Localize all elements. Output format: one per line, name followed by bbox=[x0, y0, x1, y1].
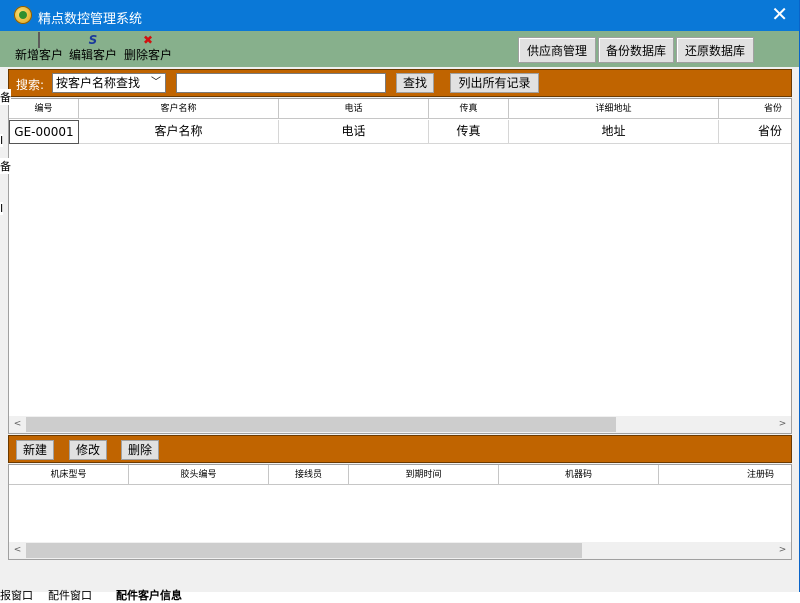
scroll-left-icon[interactable]: < bbox=[9, 416, 26, 433]
search-mode-select[interactable]: 按客户名称查找 ﹀ bbox=[52, 73, 166, 93]
column-header[interactable]: 机器码 bbox=[499, 465, 659, 485]
restore-database-button[interactable]: 还原数据库 bbox=[676, 37, 754, 63]
close-icon[interactable]: ✕ bbox=[771, 4, 788, 24]
column-header[interactable]: 胶头编号 bbox=[129, 465, 269, 485]
status-tab-strip: 报窗口 配件窗口 配件客户信息 bbox=[0, 590, 800, 603]
background-window-text: I bbox=[0, 134, 4, 147]
background-window-text: I bbox=[0, 202, 4, 215]
scrollbar-thumb[interactable] bbox=[26, 417, 616, 432]
column-header[interactable]: 到期时间 bbox=[349, 465, 499, 485]
window-title: 精点数控管理系统 bbox=[38, 12, 143, 27]
scroll-left-icon[interactable]: < bbox=[9, 542, 26, 559]
table-cell: 省份 bbox=[719, 120, 791, 144]
tab-parts-customer-info[interactable]: 配件客户信息 bbox=[116, 590, 182, 603]
edit-icon: S bbox=[88, 33, 98, 47]
delete-icon: ✖ bbox=[142, 33, 154, 47]
modify-button[interactable]: 修改 bbox=[69, 440, 107, 460]
toolbar: 新增客户 S 编辑客户 ✖ 删除客户 供应商管理 备份数据库 还原数据库 bbox=[0, 31, 799, 67]
scroll-right-icon[interactable]: > bbox=[774, 416, 791, 433]
column-header[interactable]: 省份 bbox=[719, 99, 791, 119]
tab-parts-window[interactable]: 配件窗口 bbox=[48, 590, 92, 603]
background-window-text: 备 bbox=[0, 158, 11, 174]
column-header[interactable]: 接线员 bbox=[269, 465, 349, 485]
search-mode-value: 按客户名称查找 bbox=[56, 76, 141, 90]
edit-customer-label: 编辑客户 bbox=[68, 48, 117, 62]
machines-horizontal-scrollbar[interactable]: < > bbox=[9, 542, 791, 559]
tab-report-window[interactable]: 报窗口 bbox=[0, 590, 33, 603]
delete-customer-label: 删除客户 bbox=[123, 48, 172, 62]
new-customer-label: 新增客户 bbox=[14, 48, 63, 62]
search-bar: 搜索: 按客户名称查找 ﹀ 查找 列出所有记录 bbox=[8, 69, 792, 97]
detail-action-bar: 新建 修改 删除 bbox=[8, 435, 792, 463]
background-window-text: 备 bbox=[0, 89, 11, 105]
table-cell: 地址 bbox=[509, 120, 719, 144]
table-cell: 电话 bbox=[279, 120, 429, 144]
search-input[interactable] bbox=[176, 73, 386, 93]
find-button[interactable]: 查找 bbox=[396, 73, 434, 93]
column-header[interactable]: 详细地址 bbox=[509, 99, 719, 119]
app-logo-icon bbox=[14, 6, 32, 24]
column-header[interactable]: 编号 bbox=[9, 99, 79, 119]
column-header[interactable]: 机床型号 bbox=[9, 465, 129, 485]
customers-horizontal-scrollbar[interactable]: < > bbox=[9, 416, 791, 433]
table-cell: 客户名称 bbox=[79, 120, 279, 144]
scroll-right-icon[interactable]: > bbox=[774, 542, 791, 559]
title-bar: 精点数控管理系统 ✕ bbox=[0, 0, 799, 31]
column-header[interactable]: 电话 bbox=[279, 99, 429, 119]
customers-table: 编号 客户名称 电话 传真 详细地址 省份 GE-00001 客户名称 电话 传… bbox=[8, 98, 792, 434]
column-header[interactable]: 注册码 bbox=[659, 465, 791, 485]
column-header[interactable]: 客户名称 bbox=[79, 99, 279, 119]
new-document-icon bbox=[38, 32, 40, 48]
table-cell: GE-00001 bbox=[9, 120, 79, 144]
list-all-button[interactable]: 列出所有记录 bbox=[450, 73, 539, 93]
scrollbar-thumb[interactable] bbox=[26, 543, 582, 558]
backup-database-button[interactable]: 备份数据库 bbox=[598, 37, 674, 63]
chevron-down-icon: ﹀ bbox=[151, 77, 161, 88]
supplier-management-button[interactable]: 供应商管理 bbox=[518, 37, 596, 63]
delete-button[interactable]: 删除 bbox=[121, 440, 159, 460]
new-customer-button[interactable]: 新增客户 bbox=[14, 32, 64, 65]
main-window: 精点数控管理系统 ✕ 新增客户 S 编辑客户 ✖ 删除客户 供应商管理 备份数据… bbox=[0, 0, 800, 592]
search-label: 搜索: bbox=[16, 78, 45, 92]
table-cell: 传真 bbox=[429, 120, 509, 144]
column-header[interactable]: 传真 bbox=[429, 99, 509, 119]
new-button[interactable]: 新建 bbox=[16, 440, 54, 460]
table-row[interactable]: GE-00001 客户名称 电话 传真 地址 省份 bbox=[9, 120, 791, 144]
machines-table: 机床型号 胶头编号 接线员 到期时间 机器码 注册码 < > bbox=[8, 464, 792, 560]
delete-customer-button[interactable]: ✖ 删除客户 bbox=[123, 33, 173, 65]
edit-customer-button[interactable]: S 编辑客户 bbox=[68, 33, 118, 65]
